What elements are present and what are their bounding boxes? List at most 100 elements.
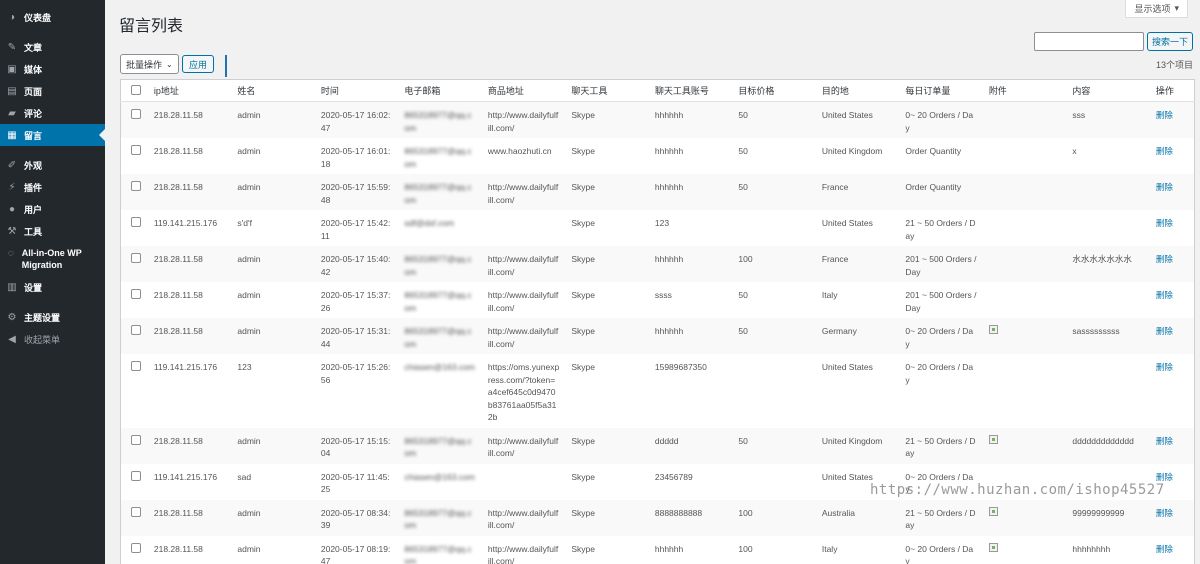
- sidebar-item-appearance[interactable]: ✐ 外观: [0, 154, 105, 176]
- time-cell: 2020-05-17 15:15:04: [320, 435, 391, 459]
- column-header[interactable]: 目的地: [813, 79, 898, 102]
- delete-link[interactable]: 删除: [1156, 218, 1173, 228]
- row-checkbox[interactable]: [131, 253, 141, 263]
- account-cell: 23456789: [654, 471, 693, 482]
- sidebar-item-settings[interactable]: ▥ 设置: [0, 276, 105, 298]
- email-cell: 865318977@qq.com: [404, 146, 472, 169]
- content-cell: [1064, 174, 1148, 210]
- content-cell: [1064, 354, 1148, 428]
- column-header[interactable]: 附件: [980, 79, 1065, 102]
- sidebar-item-pages[interactable]: ▤ 页面: [0, 80, 105, 102]
- sidebar-item-plugins[interactable]: ⚡ 插件: [0, 176, 105, 198]
- delete-link[interactable]: 删除: [1156, 436, 1173, 446]
- settings-icon: ▥: [7, 281, 17, 293]
- ip-cell: 119.141.215.176: [153, 218, 218, 228]
- destination-cell: France: [821, 182, 849, 192]
- orders-cell: 0~ 20 Orders / Day: [905, 326, 974, 349]
- broken-image-icon[interactable]: [988, 325, 998, 334]
- row-checkbox[interactable]: [131, 289, 141, 299]
- email-cell: 865318977@qq.com: [404, 543, 472, 564]
- collapse-menu-button[interactable]: ◀ 收起菜单: [0, 328, 105, 350]
- bulk-action-select[interactable]: 批量操作 ⌄: [120, 54, 179, 74]
- table-row: 218.28.11.58 admin 2020-05-17 15:59:48 8653…: [120, 174, 1195, 210]
- delete-link[interactable]: 删除: [1156, 290, 1173, 300]
- broken-image-icon[interactable]: [988, 542, 998, 552]
- delete-link[interactable]: 删除: [1156, 472, 1173, 482]
- table-header-row: ip地址 姓名 时间 电子邮箱 商品地址 聊天工具 聊天工具账号 目标价格 目的…: [120, 79, 1195, 102]
- tool-cell: Skype: [571, 146, 595, 156]
- email-cell: 865318977@qq.com: [404, 435, 472, 459]
- tool-cell: Skype: [571, 290, 595, 300]
- row-checkbox[interactable]: [131, 470, 141, 481]
- broken-image-icon[interactable]: [988, 506, 998, 516]
- sidebar-item-migration[interactable]: ◌ All-in-One WP Migration: [0, 242, 105, 276]
- dashboard-icon: ◑: [8, 11, 16, 23]
- column-header[interactable]: 聊天工具账号: [646, 79, 731, 102]
- sidebar-item-messages[interactable]: ▦ 留言: [0, 124, 105, 146]
- table-row: 218.28.11.58 admin 2020-05-17 16:01:18 8653…: [120, 138, 1195, 174]
- column-header[interactable]: 商品地址: [479, 79, 564, 102]
- delete-link[interactable]: 删除: [1156, 508, 1173, 518]
- column-header[interactable]: 姓名: [229, 79, 313, 102]
- row-checkbox[interactable]: [131, 109, 141, 119]
- delete-link[interactable]: 删除: [1156, 544, 1173, 554]
- sidebar-item-posts[interactable]: ✎ 文章: [0, 36, 105, 58]
- row-checkbox[interactable]: [131, 542, 141, 553]
- row-checkbox[interactable]: [131, 506, 141, 517]
- broken-image-icon[interactable]: [988, 434, 998, 444]
- delete-link[interactable]: 删除: [1156, 146, 1173, 156]
- account-cell: 123: [654, 218, 670, 228]
- search-input[interactable]: [1034, 32, 1144, 51]
- search-button[interactable]: 搜索一下: [1147, 32, 1193, 51]
- select-all-checkbox[interactable]: [131, 84, 141, 95]
- delete-link[interactable]: 删除: [1156, 326, 1173, 336]
- delete-link[interactable]: 删除: [1156, 254, 1173, 264]
- row-checkbox[interactable]: [131, 181, 141, 191]
- sidebar-item-theme-settings[interactable]: ⚙ 主题设置: [0, 306, 105, 328]
- orders-cell: 0~ 20 Orders / Day: [905, 362, 974, 385]
- sidebar-item-tools[interactable]: ⚒ 工具: [0, 220, 105, 242]
- name-cell: admin: [237, 146, 261, 156]
- sidebar-item-dashboard[interactable]: ◑ 仪表盘: [0, 6, 105, 28]
- media-icon: ▣: [7, 63, 17, 75]
- row-checkbox[interactable]: [131, 325, 141, 335]
- sidebar-item-media[interactable]: ▣ 媒体: [0, 58, 105, 80]
- row-checkbox[interactable]: [131, 361, 141, 371]
- account-cell: hhhhhh: [654, 146, 684, 156]
- wrench-icon: ⚒: [7, 225, 17, 237]
- account-cell: ddddd: [654, 435, 679, 446]
- row-checkbox[interactable]: [131, 434, 141, 445]
- column-header[interactable]: 每日订单量: [897, 79, 981, 102]
- row-checkbox[interactable]: [131, 217, 141, 227]
- ip-cell: 119.141.215.176: [153, 471, 218, 482]
- column-header[interactable]: 聊天工具: [563, 79, 647, 102]
- migration-icon: ◌: [7, 247, 14, 259]
- apply-button[interactable]: 应用: [182, 55, 214, 73]
- column-header[interactable]: ip地址: [145, 79, 230, 102]
- column-header[interactable]: 内容: [1064, 79, 1148, 102]
- email-cell: sdf@dsf.com: [404, 218, 455, 228]
- delete-link[interactable]: 删除: [1156, 110, 1173, 120]
- delete-link[interactable]: 删除: [1156, 182, 1173, 192]
- table-row: 218.28.11.58 admin 2020-05-17 15:31:44 8653…: [120, 318, 1195, 354]
- name-cell: s'd'f: [237, 218, 252, 228]
- orders-cell: 201 ~ 500 Orders / Day: [905, 254, 977, 277]
- url-cell: https://oms.yunexpress.com/?token=a4cef6…: [487, 362, 560, 422]
- sidebar-item-comments[interactable]: ▰ 评论: [0, 102, 105, 124]
- screen-options-button[interactable]: 显示选项 ▾: [1125, 0, 1188, 18]
- column-header[interactable]: 目标价格: [730, 79, 814, 102]
- column-header[interactable]: 操作: [1147, 79, 1195, 102]
- time-cell: 2020-05-17 08:19:47: [320, 543, 391, 564]
- account-cell: 8888888888: [654, 507, 703, 518]
- action-cell: 删除: [1148, 428, 1195, 464]
- ip-cell: 218.28.11.58: [153, 254, 203, 264]
- url-cell: [480, 464, 564, 500]
- column-header[interactable]: 电子邮箱: [396, 79, 480, 102]
- column-header[interactable]: 时间: [312, 79, 397, 102]
- destination-cell: United States: [821, 218, 873, 228]
- row-checkbox[interactable]: [131, 145, 141, 155]
- price-cell: 100: [738, 507, 753, 518]
- sidebar-item-users[interactable]: ● 用户: [0, 198, 105, 220]
- delete-link[interactable]: 删除: [1156, 362, 1173, 372]
- sidebar-item-label: 工具: [24, 226, 43, 237]
